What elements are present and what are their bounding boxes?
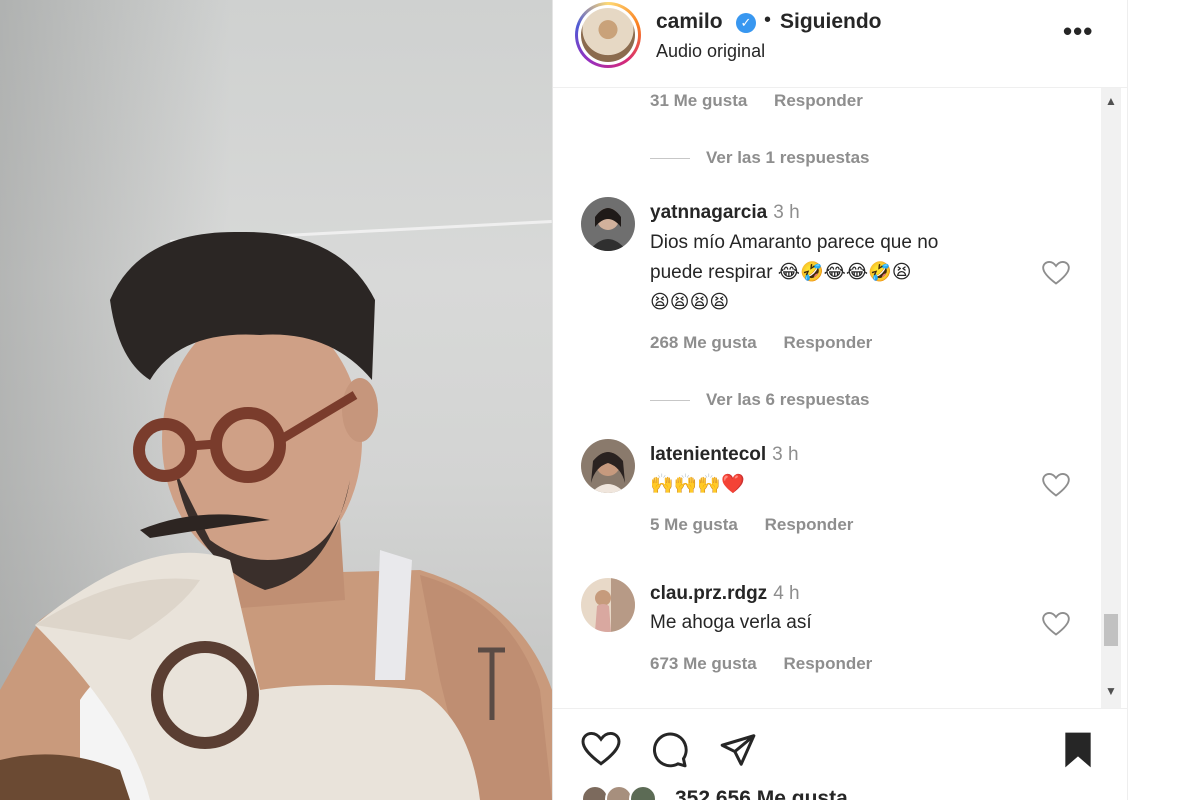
share-icon[interactable]	[719, 731, 757, 769]
view-replies-button[interactable]: Ver las 6 respuestas	[650, 390, 870, 410]
avatar-image	[581, 8, 635, 62]
post-header: camilo ✓ • Siguiendo Audio original •••	[553, 0, 1128, 88]
view-replies-button[interactable]: Ver las 1 respuestas	[650, 148, 870, 168]
heart-icon[interactable]	[581, 731, 621, 767]
comment-likes[interactable]: 268 Me gusta	[650, 333, 757, 352]
commenter-name[interactable]: clau.prz.rdgz	[650, 583, 767, 604]
bookmark-icon[interactable]	[1061, 731, 1095, 769]
comment-username: yatnnagarcia 3 h	[650, 202, 800, 224]
commenter-name[interactable]: latenientecol	[650, 444, 766, 465]
comment-time: 3 h	[772, 444, 799, 465]
comment-text-line: 😫😫😫😫	[650, 292, 730, 313]
comment-meta: 5 Me gusta Responder	[650, 515, 875, 535]
comment-text-line: Dios mío Amaranto parece que no	[650, 232, 939, 253]
header-separator: •	[764, 9, 772, 31]
comment-time: 3 h	[773, 202, 800, 223]
likers-avatars	[581, 785, 671, 800]
comment-text: Dios mío Amaranto parece que no puede re…	[650, 228, 1030, 318]
comment-text-line: Me ahoga verla así	[650, 612, 812, 633]
comment-text-line: 🙌🙌🙌❤️	[650, 474, 745, 495]
comment-like-heart-icon[interactable]	[1042, 611, 1070, 637]
comments-list: 31 Me gusta Responder Ver las 1 respuest…	[553, 88, 1128, 708]
comment-like-heart-icon[interactable]	[1042, 472, 1070, 498]
commenter-avatar[interactable]	[581, 439, 635, 493]
reply-button[interactable]: Responder	[765, 515, 854, 534]
comment-text: Me ahoga verla así	[650, 608, 1030, 638]
comment-like-heart-icon[interactable]	[1042, 260, 1070, 286]
audio-link[interactable]: Audio original	[656, 41, 765, 62]
comment-username: clau.prz.rdgz 4 h	[650, 583, 800, 605]
comment-text-line: puede respirar 😂🤣😂😂🤣😫	[650, 262, 912, 283]
person-illustration	[0, 231, 552, 800]
comment-time: 4 h	[773, 583, 800, 604]
post-actions: 352.656 Me gusta	[553, 708, 1128, 800]
post-username[interactable]: camilo	[656, 10, 723, 34]
scroll-down-arrow-icon[interactable]: ▼	[1105, 684, 1117, 698]
page-gutter	[1127, 0, 1200, 800]
scroll-thumb[interactable]	[1104, 614, 1118, 646]
more-options-icon[interactable]: •••	[1063, 16, 1093, 47]
reply-button[interactable]: Responder	[784, 654, 873, 673]
comment-username: latenientecol 3 h	[650, 444, 799, 466]
comment-meta: 31 Me gusta Responder	[650, 91, 885, 111]
commenter-avatar[interactable]	[581, 578, 635, 632]
commenter-avatar[interactable]	[581, 197, 635, 251]
post-likes-count[interactable]: 352.656 Me gusta	[675, 787, 848, 800]
verified-badge-icon: ✓	[736, 13, 756, 33]
scroll-up-arrow-icon[interactable]: ▲	[1105, 94, 1117, 108]
comment-likes[interactable]: 31 Me gusta	[650, 91, 747, 110]
comment-likes[interactable]: 5 Me gusta	[650, 515, 738, 534]
reply-button[interactable]: Responder	[774, 91, 863, 110]
profile-avatar[interactable]	[575, 2, 641, 68]
reply-button[interactable]: Responder	[784, 333, 873, 352]
comment-text: 🙌🙌🙌❤️	[650, 470, 1030, 500]
comment-meta: 673 Me gusta Responder	[650, 654, 894, 674]
commenter-name[interactable]: yatnnagarcia	[650, 202, 767, 223]
comment-icon[interactable]	[650, 731, 690, 769]
comment-meta: 268 Me gusta Responder	[650, 333, 894, 353]
following-button[interactable]: Siguiendo	[780, 10, 882, 34]
comment-likes[interactable]: 673 Me gusta	[650, 654, 757, 673]
reel-video[interactable]	[0, 0, 552, 800]
post-panel: camilo ✓ • Siguiendo Audio original ••• …	[552, 0, 1128, 800]
comments-scrollbar[interactable]: ▲ ▼	[1101, 88, 1121, 708]
